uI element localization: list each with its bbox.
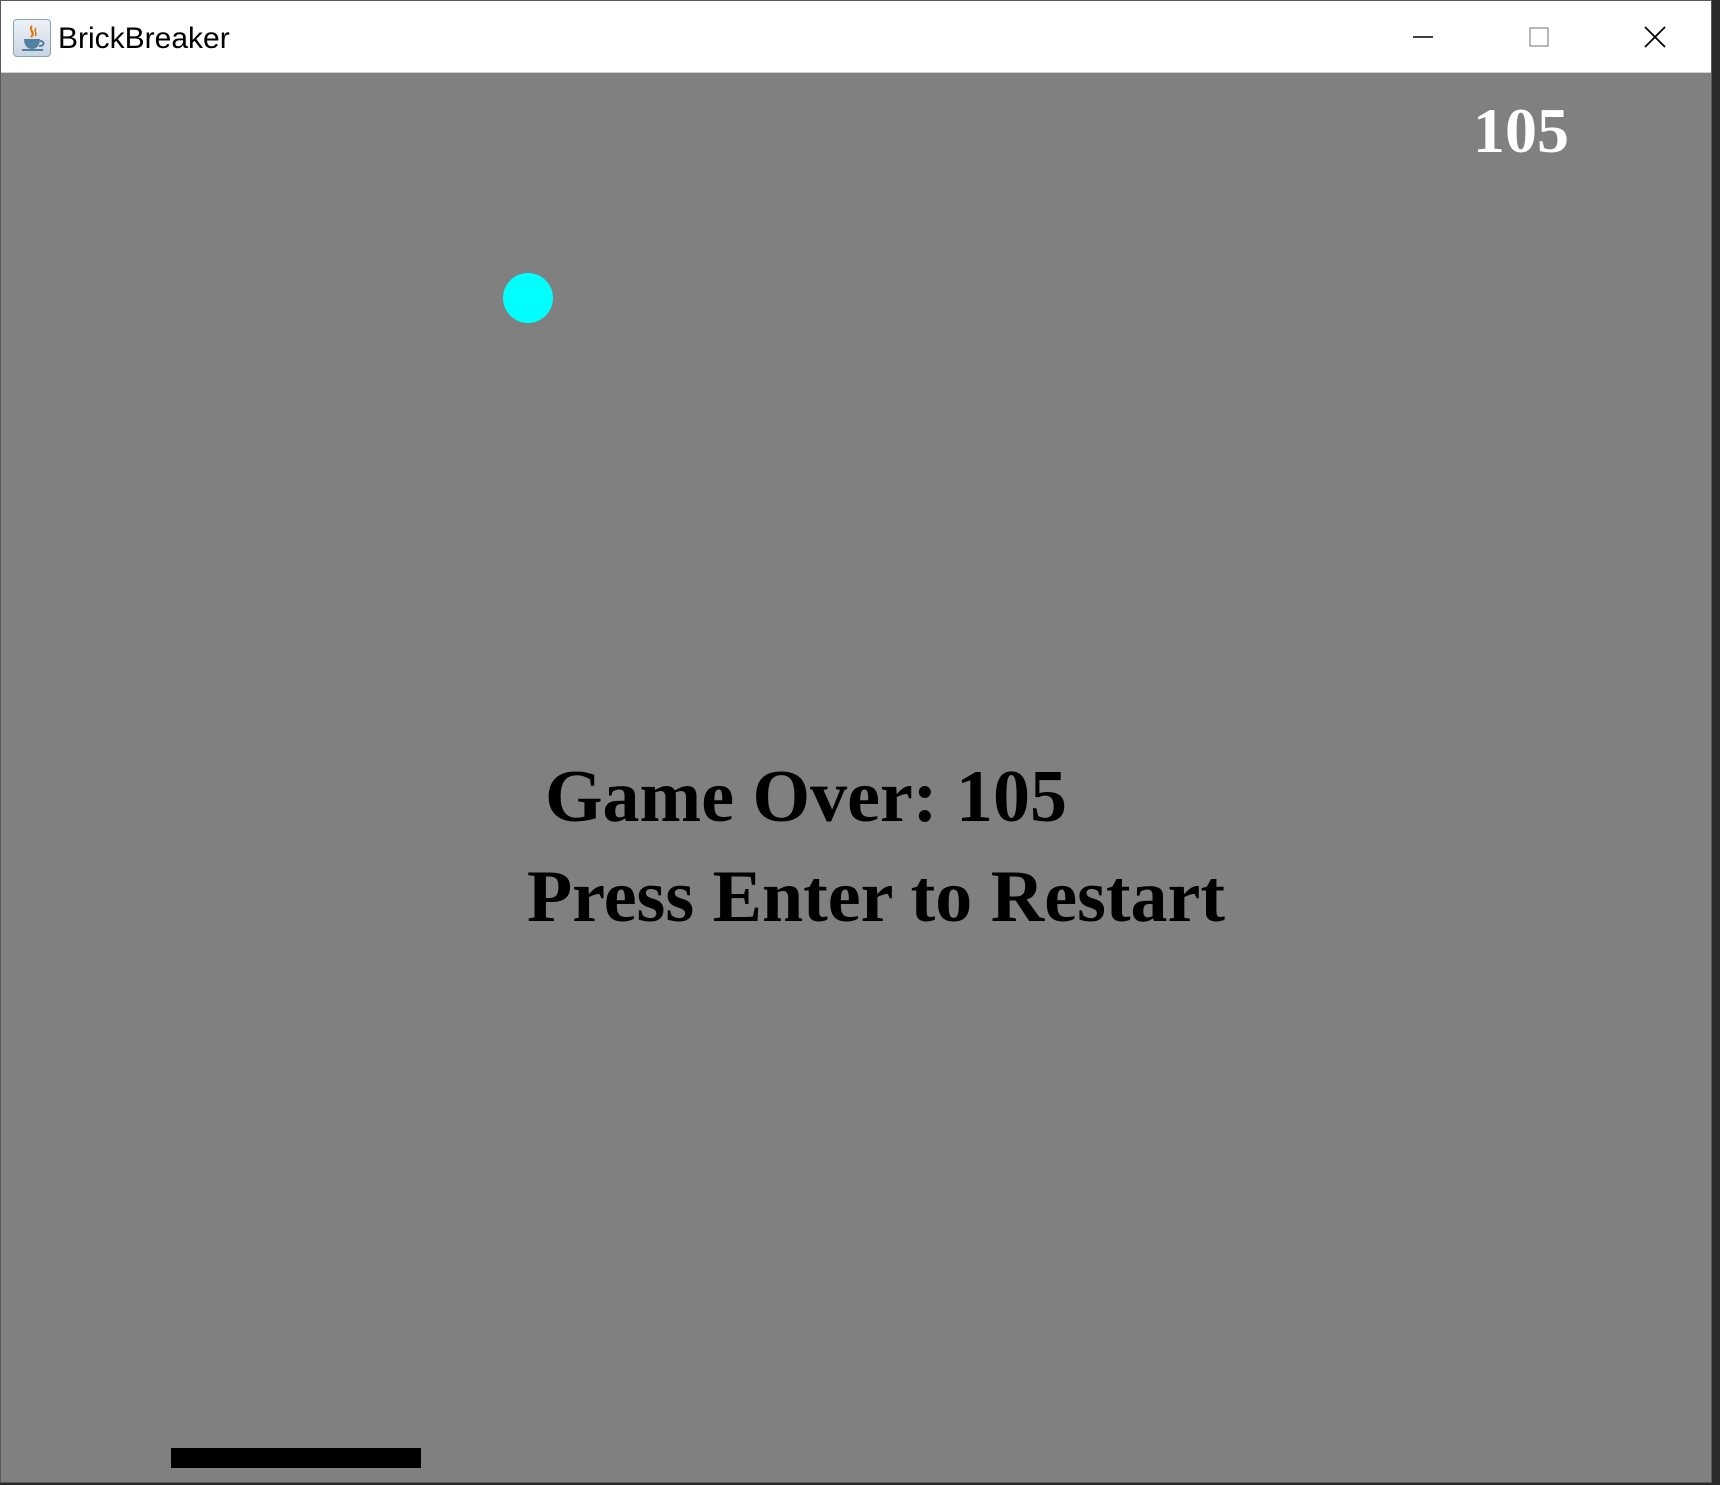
close-button[interactable]	[1597, 1, 1711, 73]
minimize-button[interactable]	[1365, 1, 1481, 73]
ball	[503, 273, 553, 323]
java-coffee-cup-icon[interactable]	[13, 19, 51, 57]
game-canvas[interactable]: 105 Game Over: 105 Press Enter to Restar…	[1, 73, 1711, 1482]
title-bar[interactable]: BrickBreaker	[1, 1, 1711, 73]
maximize-button[interactable]	[1481, 1, 1597, 73]
window-title: BrickBreaker	[58, 22, 230, 55]
app-window: BrickBreaker 105 Game Over: 105 Press En…	[0, 0, 1712, 1483]
close-icon	[1644, 26, 1666, 48]
paddle[interactable]	[171, 1448, 421, 1468]
restart-prompt: Press Enter to Restart	[527, 856, 1226, 938]
game-over-message: Game Over: 105	[545, 756, 1067, 838]
minimize-icon	[1413, 36, 1433, 38]
score-display: 105	[1473, 95, 1569, 166]
maximize-icon	[1529, 27, 1549, 47]
